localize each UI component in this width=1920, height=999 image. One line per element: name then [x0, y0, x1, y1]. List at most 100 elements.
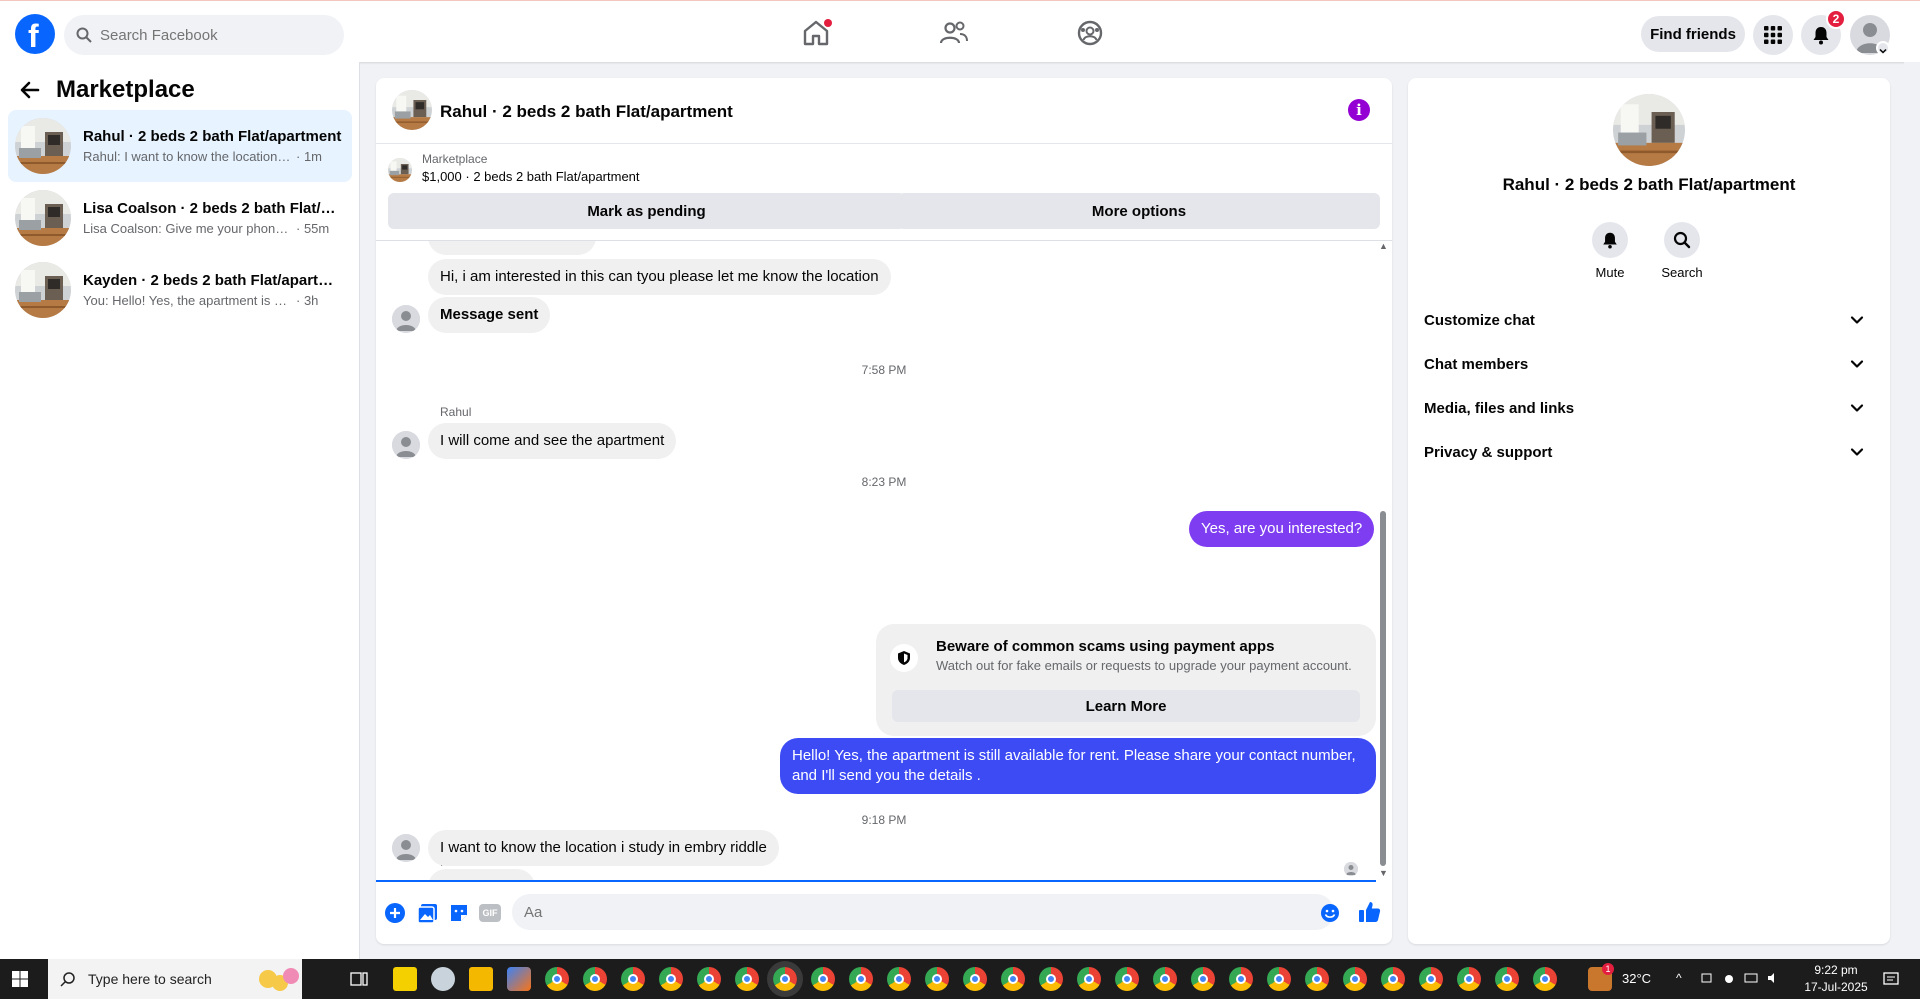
facebook-search[interactable] [64, 15, 344, 55]
scroll-up-icon[interactable]: ▲ [1379, 241, 1388, 251]
home-notification-dot [824, 19, 832, 27]
chat-details-panel: Rahul · 2 beds 2 bath Flat/apartment Mut… [1408, 78, 1890, 944]
find-friends-button[interactable]: Find friends [1641, 16, 1745, 52]
chrome-profile-icon[interactable] [1191, 967, 1215, 991]
chrome-profile-icon[interactable] [1229, 967, 1253, 991]
back-arrow-icon[interactable] [20, 80, 40, 100]
facebook-search-input[interactable] [100, 26, 320, 44]
chrome-profile-icon[interactable] [963, 967, 987, 991]
copilot-icon[interactable] [507, 967, 531, 991]
info-icon[interactable]: i [1348, 99, 1370, 121]
outgoing-message-bubble[interactable]: Hello! Yes, the apartment is still avail… [780, 738, 1376, 794]
chrome-profile-icon[interactable] [1039, 967, 1063, 991]
outgoing-message-bubble[interactable]: Yes, are you interested? [1189, 511, 1375, 547]
message-scrollbar[interactable]: ▲ [1378, 241, 1388, 881]
network-icon[interactable] [1744, 971, 1758, 985]
chrome-profile-icon[interactable] [811, 967, 835, 991]
sticky-notes-app-icon[interactable] [393, 967, 417, 991]
sender-avatar[interactable] [392, 431, 420, 459]
more-options-button[interactable]: More options [898, 193, 1380, 229]
plus-circle-icon[interactable] [384, 902, 406, 924]
message-bubble[interactable]: I will come and see the apartment [428, 423, 677, 459]
chrome-profile-icon[interactable] [545, 967, 569, 991]
message-list[interactable]: Hi, i am interested in this can tyou ple… [376, 241, 1392, 881]
chrome-profile-icon[interactable] [1077, 967, 1101, 991]
message-bubble[interactable]: Hi, i am interested in this can tyou ple… [428, 259, 891, 295]
friends-icon[interactable] [938, 17, 970, 49]
customize-chat-section[interactable]: Customize chat [1424, 298, 1874, 342]
temperature[interactable]: 32°C [1622, 971, 1651, 986]
scrollbar-thumb[interactable] [1380, 511, 1386, 866]
chrome-profile-icon[interactable] [697, 967, 721, 991]
chat-title[interactable]: Rahul · 2 beds 2 bath Flat/apartment [440, 102, 733, 122]
message-input[interactable] [512, 894, 1334, 930]
chat-members-section[interactable]: Chat members [1424, 342, 1874, 386]
search-in-chat-button[interactable]: Search [1652, 222, 1712, 280]
volume-icon[interactable] [1766, 971, 1780, 985]
gif-icon[interactable]: GIF [479, 904, 501, 922]
chrome-profile-icon[interactable] [621, 967, 645, 991]
chrome-profile-icon[interactable] [1153, 967, 1177, 991]
windows-start-icon[interactable] [12, 971, 28, 987]
listing-thumbnail [15, 118, 71, 174]
scroll-down-icon[interactable]: ▼ [1379, 868, 1388, 878]
chrome-profile-icon[interactable] [1419, 967, 1443, 991]
chrome-profile-icon[interactable] [583, 967, 607, 991]
groups-icon[interactable] [1074, 17, 1106, 49]
chrome-profile-icon[interactable] [1495, 967, 1519, 991]
timestamp: 8:23 PM [861, 475, 907, 489]
chat-listing-thumbnail[interactable] [392, 90, 432, 130]
mark-as-pending-button[interactable]: Mark as pending [388, 193, 905, 229]
message-bubble[interactable]: I want to know the location i study in e… [428, 830, 779, 866]
task-view-icon[interactable] [350, 970, 368, 988]
chrome-profile-icon[interactable] [1267, 967, 1291, 991]
emoji-icon[interactable] [1320, 903, 1340, 923]
sender-avatar[interactable] [392, 305, 420, 333]
facebook-logo[interactable]: f [15, 14, 55, 54]
chrome-profile-icon[interactable] [767, 961, 803, 997]
chrome-profile-icon[interactable] [1533, 967, 1557, 991]
conversation-item[interactable]: Rahul · 2 beds 2 bath Flat/apartment Rah… [8, 110, 352, 182]
battery-icon[interactable] [1700, 971, 1714, 985]
weather-badge: 1 [1602, 963, 1614, 975]
conversation-item[interactable]: Lisa Coalson · 2 beds 2 bath Flat/apartm… [8, 182, 352, 254]
listing-thumbnail [15, 190, 71, 246]
thumbs-up-icon[interactable] [1358, 900, 1382, 924]
clock-date[interactable]: 17-Jul-2025 [1798, 980, 1874, 994]
chrome-profile-icon[interactable] [887, 967, 911, 991]
listing-summary[interactable]: Marketplace $1,000 · 2 beds 2 bath Flat/… [388, 152, 640, 184]
taskbar-search[interactable]: Type here to search [48, 959, 302, 999]
system-tray-icons[interactable] [1700, 971, 1780, 987]
notification-center-icon[interactable] [1882, 970, 1900, 988]
mute-button[interactable]: Mute [1580, 222, 1640, 280]
message-bubble[interactable]: Message sent [428, 297, 551, 333]
clock-time[interactable]: 9:22 pm [1806, 963, 1866, 977]
app-icon[interactable] [431, 967, 455, 991]
sender-avatar[interactable] [392, 834, 420, 862]
chrome-profile-icon[interactable] [925, 967, 949, 991]
cloud-icon[interactable] [1722, 971, 1736, 985]
privacy-support-section[interactable]: Privacy & support [1424, 430, 1874, 474]
conversation-item[interactable]: Kayden · 2 beds 2 bath Flat/apartment Yo… [8, 254, 352, 326]
chrome-profile-icon[interactable] [1343, 967, 1367, 991]
chrome-profile-icon[interactable] [735, 967, 759, 991]
learn-more-button[interactable]: Learn More [892, 690, 1360, 722]
sticker-icon[interactable] [448, 902, 470, 924]
chrome-profile-icon[interactable] [1305, 967, 1329, 991]
page-scrollbar[interactable] [1904, 62, 1920, 959]
chrome-profile-icon[interactable] [659, 967, 683, 991]
details-listing-thumbnail[interactable] [1613, 94, 1685, 166]
chrome-profile-icon[interactable] [1457, 967, 1481, 991]
menu-button[interactable] [1753, 15, 1793, 55]
photo-icon[interactable] [417, 902, 439, 924]
chevron-up-icon[interactable]: ^ [1676, 971, 1682, 985]
conversation-snippet: Lisa Coalson: Give me your phone number [83, 221, 293, 236]
chrome-profile-icon[interactable] [1001, 967, 1025, 991]
chrome-profile-icon[interactable] [1381, 967, 1405, 991]
chrome-profile-icon[interactable] [1115, 967, 1139, 991]
account-chevron-icon[interactable] [1876, 41, 1890, 55]
chrome-profile-icon[interactable] [849, 967, 873, 991]
file-explorer-icon[interactable] [469, 967, 493, 991]
facebook-logo-letter: f [28, 18, 39, 54]
media-files-links-section[interactable]: Media, files and links [1424, 386, 1874, 430]
